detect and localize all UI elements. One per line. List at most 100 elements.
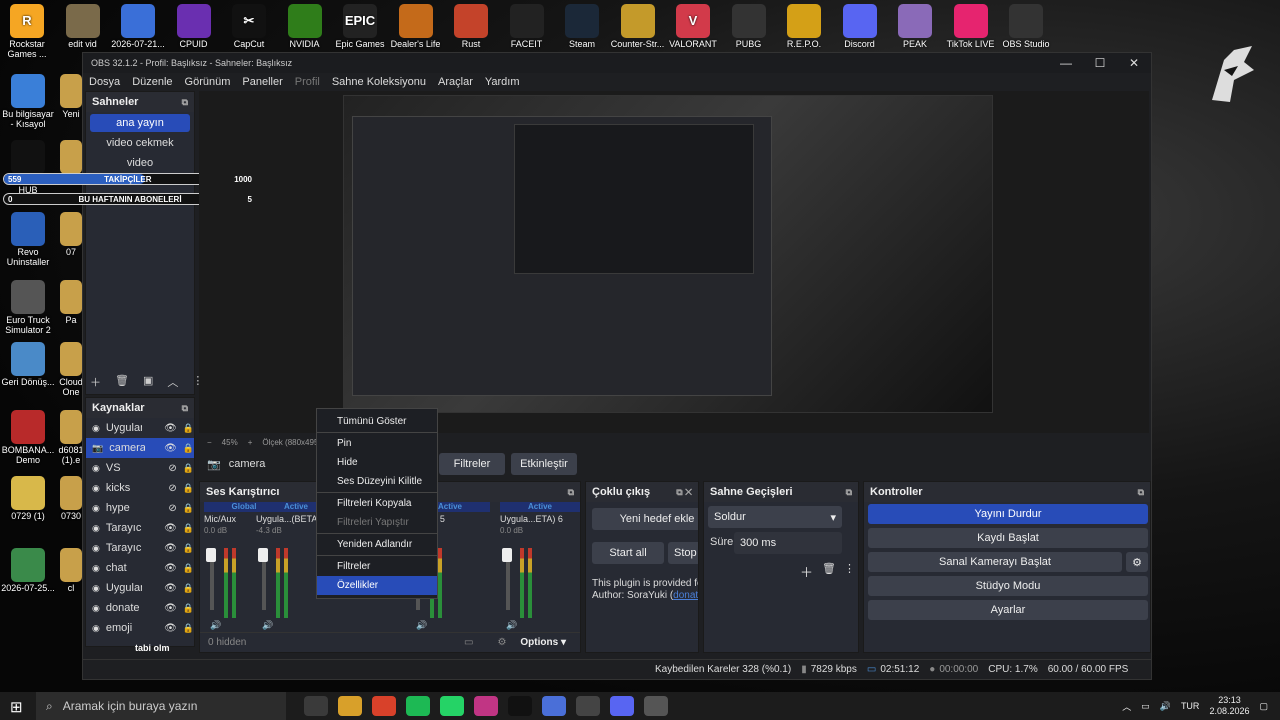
stop-streaming-button[interactable]: Yayını Durdur: [868, 504, 1148, 524]
start-all-button[interactable]: Start all: [592, 542, 664, 564]
mixer-settings-icon[interactable]: ⚙: [497, 637, 506, 648]
menu-item[interactable]: Dosya: [89, 76, 120, 88]
interact-button[interactable]: Etkinleştir: [511, 453, 577, 475]
volume-icon[interactable]: 🔊: [210, 620, 221, 631]
menu-item[interactable]: Araçlar: [438, 76, 473, 88]
menu-item[interactable]: Görünüm: [185, 76, 231, 88]
lock-icon[interactable]: 🔒: [183, 623, 194, 634]
taskbar-app-icon[interactable]: [542, 696, 566, 716]
desktop-icon[interactable]: PUBG: [722, 4, 776, 50]
lock-icon[interactable]: 🔒: [183, 463, 194, 474]
source-item[interactable]: ◉ hype ⊘ 🔒: [86, 498, 194, 518]
maximize-button[interactable]: ☐: [1083, 56, 1117, 70]
source-item[interactable]: ◉ Tarayıcı 👁 🔒: [86, 538, 194, 558]
desktop-icon[interactable]: edit vid: [56, 4, 110, 50]
settings-button[interactable]: Ayarlar: [868, 600, 1148, 620]
scene-filter-icon[interactable]: ▣: [143, 374, 153, 390]
source-item[interactable]: ◉ emoji 👁 🔒: [86, 618, 194, 638]
visibility-eye-icon[interactable]: 👁: [164, 603, 177, 614]
lock-icon[interactable]: 🔒: [183, 503, 194, 514]
windows-start-icon[interactable]: ⊞: [10, 698, 23, 716]
network-icon[interactable]: ▭: [1141, 701, 1150, 712]
visibility-eye-icon[interactable]: 👁: [164, 443, 177, 454]
move-up-icon[interactable]: ︿: [167, 374, 178, 390]
context-menu-item[interactable]: Tümünü Göster: [317, 412, 437, 431]
source-item[interactable]: ◉ Uygulan 👁 🔒: [86, 578, 194, 598]
desktop-icon[interactable]: Euro Truck Simulator 2: [0, 280, 56, 336]
remove-scene-icon[interactable]: 🗑: [115, 374, 129, 390]
undock-icon[interactable]: ⧉: [182, 403, 188, 414]
scene-item[interactable]: video cekmek: [90, 134, 190, 152]
source-item[interactable]: ◉ chat 👁 🔒: [86, 558, 194, 578]
add-scene-icon[interactable]: ＋: [90, 374, 101, 390]
desktop-icon[interactable]: PEAK: [888, 4, 942, 50]
lock-icon[interactable]: 🔒: [183, 583, 194, 594]
desktop-icon[interactable]: Steam: [555, 4, 609, 50]
taskbar-app-icon[interactable]: [508, 696, 532, 716]
tray-chevron-icon[interactable]: ︿: [1122, 700, 1131, 713]
taskbar-search[interactable]: ⌕ Aramak için buraya yazın: [36, 692, 286, 720]
start-virtual-camera-button[interactable]: Sanal Kamerayı Başlat: [868, 552, 1122, 572]
close-button[interactable]: ✕: [1117, 56, 1151, 70]
desktop-icon[interactable]: FACEIT: [500, 4, 554, 50]
context-menu-item[interactable]: Hide: [317, 453, 437, 472]
minimize-button[interactable]: —: [1049, 56, 1083, 70]
desktop-icon[interactable]: Bu bilgisayar - Kısayol: [0, 74, 56, 130]
transition-select[interactable]: Soldur ▾: [708, 506, 842, 528]
volume-icon[interactable]: 🔊: [506, 620, 517, 631]
source-item[interactable]: ◉ Tarayıcı 👁 🔒: [86, 518, 194, 538]
stop-all-button[interactable]: Stop a: [668, 542, 698, 564]
visibility-eye-icon[interactable]: 👁: [164, 523, 177, 534]
volume-icon[interactable]: 🔊: [262, 620, 273, 631]
taskbar-app-icon[interactable]: [338, 696, 362, 716]
source-item[interactable]: ◉ VS ⊘ 🔒: [86, 458, 194, 478]
context-menu-item[interactable]: Ses Düzeyini Kilitle: [317, 472, 437, 491]
zoom-out-icon[interactable]: −: [207, 438, 212, 447]
visibility-eye-icon[interactable]: ⊘: [168, 463, 176, 474]
volume-icon[interactable]: 🔊: [416, 620, 427, 631]
volume-icon[interactable]: 🔊: [1160, 701, 1171, 712]
duration-input[interactable]: 300 ms: [734, 532, 842, 554]
visibility-eye-icon[interactable]: ⊘: [168, 483, 176, 494]
desktop-icon[interactable]: R Rockstar Games ...: [0, 4, 54, 60]
undock-icon[interactable]: ⧉: [1138, 487, 1144, 498]
virtual-camera-settings-button[interactable]: ⚙: [1126, 552, 1148, 572]
donate-link[interactable]: donat: [673, 590, 698, 601]
menu-item[interactable]: Profil: [295, 76, 320, 88]
visibility-eye-icon[interactable]: 👁: [164, 543, 177, 554]
desktop-icon[interactable]: Logitech G HUB: [0, 140, 56, 196]
add-transition-icon[interactable]: ＋: [800, 562, 813, 581]
fader-knob[interactable]: [502, 548, 512, 562]
studio-mode-button[interactable]: Stüdyo Modu: [868, 576, 1148, 596]
undock-icon[interactable]: ⧉: [568, 487, 574, 498]
taskbar-app-icon[interactable]: [644, 696, 668, 716]
context-menu-item[interactable]: Yeniden Adlandır: [317, 535, 437, 554]
mixer-layout-icon[interactable]: ▭: [464, 637, 473, 648]
zoom-in-icon[interactable]: +: [248, 438, 253, 447]
taskbar-app-icon[interactable]: [440, 696, 464, 716]
lock-icon[interactable]: 🔒: [183, 603, 194, 614]
source-item[interactable]: ◉ kicks ⊘ 🔒: [86, 478, 194, 498]
start-recording-button[interactable]: Kaydı Başlat: [868, 528, 1148, 548]
lock-icon[interactable]: 🔒: [183, 443, 194, 454]
scene-item[interactable]: ana yayın: [90, 114, 190, 132]
more-icon[interactable]: ⋮: [844, 562, 855, 575]
context-menu-item[interactable]: Filtreler: [317, 557, 437, 576]
source-item[interactable]: ◉ donate 👁 🔒: [86, 598, 194, 618]
source-item[interactable]: 📷 camera 👁 🔒: [86, 438, 194, 458]
fader-knob[interactable]: [206, 548, 216, 562]
taskbar-app-icon[interactable]: [576, 696, 600, 716]
desktop-icon[interactable]: CPUID: [167, 4, 221, 50]
menu-item[interactable]: Sahne Koleksiyonu: [332, 76, 426, 88]
visibility-eye-icon[interactable]: 👁: [164, 623, 177, 634]
visibility-eye-icon[interactable]: 👁: [164, 583, 177, 594]
context-menu-item[interactable]: Pin: [317, 434, 437, 453]
lock-icon[interactable]: 🔒: [183, 563, 194, 574]
lock-icon[interactable]: 🔒: [183, 523, 194, 534]
menu-item[interactable]: Yardım: [485, 76, 520, 88]
menu-item[interactable]: Paneller: [242, 76, 282, 88]
taskbar-app-icon[interactable]: [610, 696, 634, 716]
clock[interactable]: 23:13 2.08.2026: [1209, 695, 1249, 717]
lock-icon[interactable]: 🔒: [183, 483, 194, 494]
lock-icon[interactable]: 🔒: [183, 423, 194, 434]
